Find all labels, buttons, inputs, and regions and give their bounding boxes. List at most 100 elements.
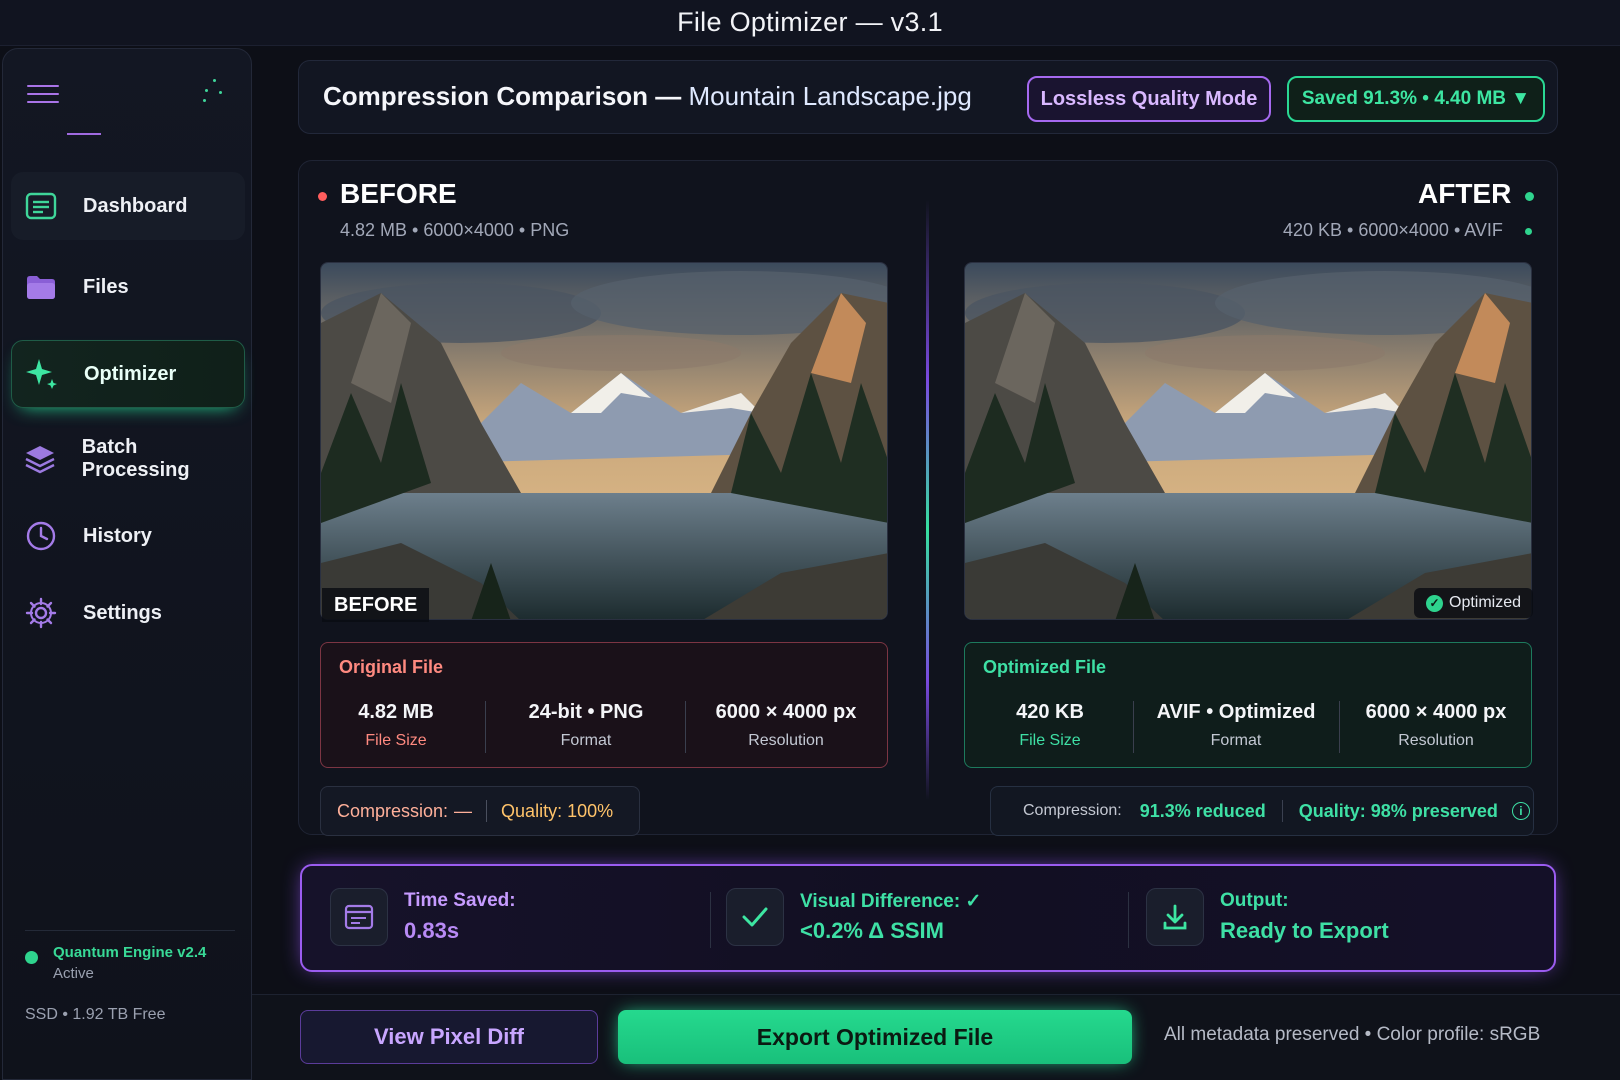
stat-label: File Size — [365, 732, 427, 749]
sidebar-item-optimizer[interactable]: Optimizer — [11, 340, 245, 408]
hamburger-menu-icon[interactable] — [27, 85, 59, 103]
summary-panel: Time Saved: 0.83s Visual Difference: ✓ <… — [300, 864, 1556, 972]
after-meta-dot — [1525, 228, 1532, 235]
quality-label: Quality: 98% preserved — [1298, 800, 1498, 821]
before-meta: 4.82 MB • 6000×4000 • PNG — [340, 220, 570, 240]
export-optimized-file-button[interactable]: Export Optimized File — [618, 1010, 1132, 1064]
stat-label: Format — [560, 732, 612, 749]
after-image[interactable] — [964, 262, 1532, 620]
sidebar-accent-line — [67, 133, 101, 135]
original-file-card: Original File 4.82 MB File Size 24-bit •… — [320, 642, 888, 768]
sidebar-item-label: Dashboard — [83, 194, 188, 217]
optimized-badge: ✓ Optimized — [1414, 588, 1534, 618]
output-item: Output: Ready to Export — [1146, 880, 1526, 958]
time-saved-item: Time Saved: 0.83s — [330, 880, 680, 958]
stat-label: Format — [1210, 732, 1262, 749]
sparkle-icon — [24, 356, 60, 392]
comparison-header: Compression Comparison — Mountain Landsc… — [298, 60, 1558, 134]
engine-name: Quantum Engine v2.4 — [53, 944, 207, 961]
sidebar-item-batch-processing[interactable]: Batch Processing — [11, 425, 245, 493]
stat-resolution: 6000 × 4000 px Resolution — [1341, 701, 1531, 750]
stat-divider — [685, 701, 686, 753]
stat-format: AVIF • Optimized Format — [1141, 701, 1331, 750]
output-label: Output: — [1220, 890, 1289, 911]
file-name: Mountain Landscape.jpg — [688, 81, 972, 111]
after-heading: AFTER — [1418, 178, 1512, 209]
view-pixel-diff-button[interactable]: View Pixel Diff — [300, 1010, 598, 1064]
after-meta: 420 KB • 6000×4000 • AVIF — [1283, 220, 1503, 240]
original-compression-bar: Compression: — Quality: 100% — [320, 786, 640, 836]
card-title: Original File — [339, 657, 444, 677]
document-icon — [330, 888, 388, 946]
comparison-divider[interactable] — [926, 200, 929, 800]
summary-divider — [1128, 892, 1129, 948]
visual-difference-item: Visual Difference: ✓ <0.2% Δ SSIM — [726, 880, 1106, 958]
stat-divider — [1133, 701, 1134, 753]
stat-divider — [1339, 701, 1340, 753]
time-saved-label: Time Saved: — [404, 890, 516, 911]
after-dot — [1525, 192, 1534, 201]
stat-file-size: 420 KB File Size — [985, 701, 1115, 750]
stat-value: 4.82 MB — [358, 701, 434, 723]
gear-icon — [23, 595, 59, 631]
compression-label: Compression: — [337, 800, 449, 821]
stat-value: 6000 × 4000 px — [715, 701, 857, 723]
checkmark-icon — [726, 888, 784, 946]
optimized-badge-label: Optimized — [1449, 594, 1522, 611]
check-icon: ✓ — [1426, 594, 1443, 612]
info-icon[interactable]: i — [1511, 802, 1530, 820]
stat-label: File Size — [1019, 732, 1081, 749]
stat-file-size: 4.82 MB File Size — [341, 701, 451, 750]
sidebar-item-files[interactable]: Files — [11, 253, 245, 321]
stat-label: Resolution — [1398, 732, 1474, 749]
visual-difference-label: Visual Difference: ✓ — [800, 891, 982, 912]
visual-difference-value: <0.2% Δ SSIM — [800, 918, 944, 943]
before-heading: BEFORE — [340, 178, 457, 209]
saved-dropdown[interactable]: Saved 91.3% • 4.40 MB ▼ — [1287, 76, 1545, 122]
sidebar-item-history[interactable]: History — [11, 502, 245, 570]
quality-mode-button[interactable]: Lossless Quality Mode — [1027, 76, 1271, 122]
sidebar-item-label: History — [83, 524, 152, 547]
stat-value: 420 KB — [1016, 701, 1084, 723]
sidebar-item-label: Settings — [83, 601, 162, 624]
compression-label: Compression: — [1023, 802, 1122, 819]
optimized-compression-bar: Compression: 91.3% reduced Quality: 98% … — [990, 786, 1534, 836]
time-saved-value: 0.83s — [404, 918, 460, 943]
sidebar-item-settings[interactable]: Settings — [11, 579, 245, 647]
window-titlebar: File Optimizer — v3.1 — [0, 0, 1620, 46]
window-title: File Optimizer — v3.1 — [677, 7, 943, 37]
before-image[interactable] — [320, 262, 888, 620]
stat-format: 24-bit • PNG Format — [501, 701, 671, 750]
summary-divider — [710, 892, 711, 948]
output-value: Ready to Export — [1220, 918, 1389, 943]
page-title-prefix: Compression Comparison — — [323, 81, 682, 111]
stat-value: AVIF • Optimized — [1156, 701, 1316, 723]
sidebar-item-label: Files — [83, 275, 129, 298]
optimized-file-card: Optimized File 420 KB File Size AVIF • O… — [964, 642, 1532, 768]
stat-divider — [485, 701, 486, 753]
bar-divider — [1281, 800, 1283, 822]
sidebar-item-label: Optimizer — [84, 362, 177, 385]
layers-icon — [23, 441, 58, 477]
page-title: Compression Comparison — Mountain Landsc… — [323, 81, 972, 112]
bar-divider — [486, 800, 488, 822]
compression-value: — — [454, 800, 473, 821]
before-image-tag: BEFORE — [322, 588, 430, 622]
folder-icon — [23, 269, 59, 305]
metadata-info: All metadata preserved • Color profile: … — [1164, 1024, 1541, 1045]
stat-value: 6000 × 4000 px — [1365, 701, 1507, 723]
download-icon[interactable] — [1146, 888, 1204, 946]
sidebar-item-dashboard[interactable]: Dashboard — [11, 172, 245, 240]
quality-label: Quality: 100% — [501, 800, 614, 821]
sidebar: Dashboard Files Optimizer Batch Processi… — [2, 48, 252, 1080]
sidebar-divider — [25, 930, 235, 931]
before-dot — [318, 192, 327, 201]
sparkle-dots-icon — [199, 77, 229, 107]
stat-resolution: 6000 × 4000 px Resolution — [691, 701, 881, 750]
compression-value: 91.3% reduced — [1139, 800, 1266, 821]
dashboard-icon — [23, 188, 59, 224]
clock-icon — [23, 518, 59, 554]
card-title: Optimized File — [983, 657, 1107, 677]
engine-status-text: Active — [53, 965, 94, 982]
sidebar-item-label: Batch Processing — [81, 436, 190, 481]
